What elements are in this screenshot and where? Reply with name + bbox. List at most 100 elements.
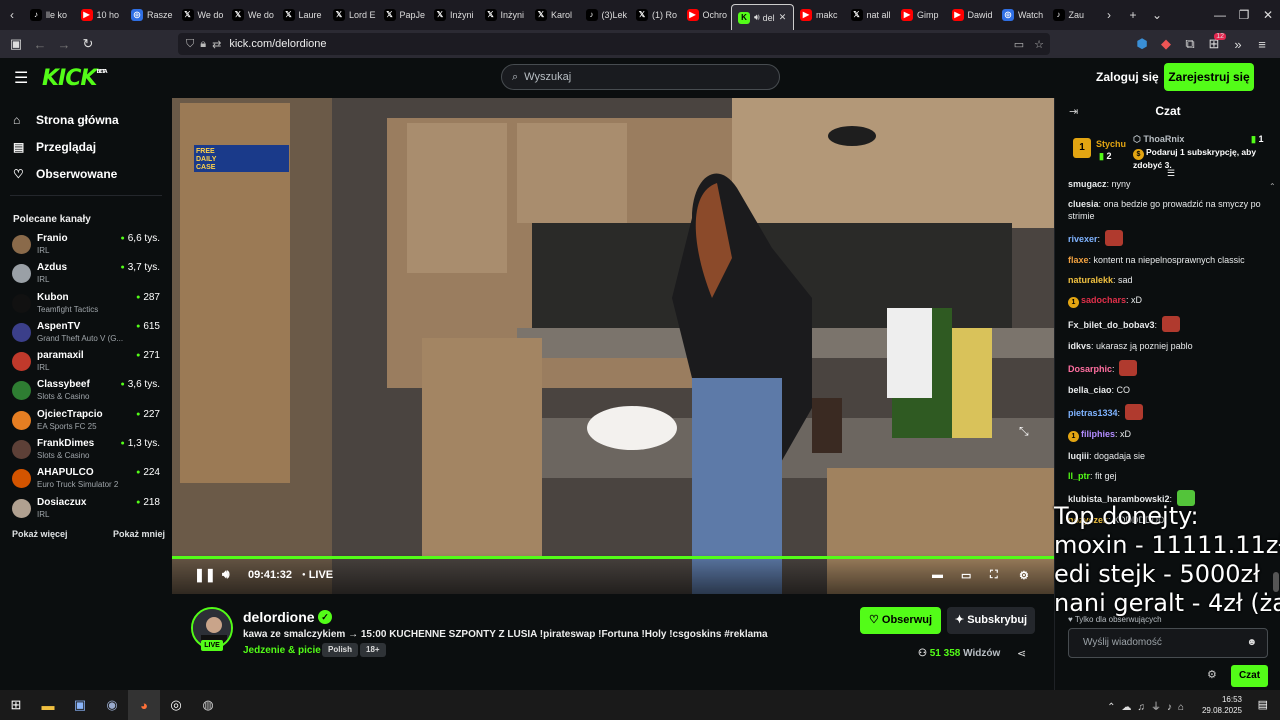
bookmark-star-icon[interactable]: ☆ <box>1034 38 1044 51</box>
browser-tab[interactable]: ◎ Rasze <box>125 0 176 30</box>
close-tab-icon[interactable]: ✕ <box>779 12 787 23</box>
chat-message-input[interactable]: Wyślij wiadomość ☻ <box>1068 628 1268 658</box>
browser-tab[interactable]: ♪ Zau <box>1047 0 1098 30</box>
steam-icon[interactable]: ◉ <box>96 690 128 720</box>
sidebar-channel[interactable]: AspenTVGrand Theft Auto V (G... 615 <box>0 321 172 350</box>
sidebar-channel[interactable]: paramaxilIRL 271 <box>0 350 172 379</box>
sidebar-item-home[interactable]: ⌂ Strona główna <box>0 106 172 133</box>
volume-icon[interactable]: 🔊︎ <box>222 567 230 582</box>
browser-tab[interactable]: 𝕏nat all <box>845 0 896 30</box>
share-icon[interactable]: ⋖ <box>1017 647 1026 660</box>
screenshot-icon[interactable]: ▭ <box>1014 38 1024 51</box>
browser-tab[interactable]: 𝕏 We do <box>226 0 277 30</box>
browser-tab[interactable]: ▶ Gimp <box>895 0 946 30</box>
video-player[interactable]: FREE DAILY CASE ⤡ ❚❚ 🔊︎ 09:41:32 ● LIVE ▬ … <box>172 98 1054 594</box>
tab-scroll-left-icon[interactable]: ‹ <box>0 0 24 30</box>
register-button[interactable]: Zarejestruj się <box>1164 63 1254 91</box>
fullscreen-icon[interactable]: ⛶ <box>990 569 998 582</box>
sidebar-channel[interactable]: KubonTeamfight Tactics 287 <box>0 292 172 321</box>
login-button[interactable]: Zaloguj się <box>1088 64 1167 90</box>
gifter-name[interactable]: ⬡ ThoaRnix <box>1133 134 1184 145</box>
search-input[interactable]: ⌕ Wyszukaj <box>501 64 780 90</box>
chat-username[interactable]: ll_ptr <box>1068 471 1090 481</box>
browser-tab[interactable]: 𝕏 Inżyni <box>428 0 479 30</box>
tab-scroll-right-icon[interactable]: › <box>1097 0 1121 30</box>
notification-center-icon[interactable]: ▤ <box>1258 698 1268 711</box>
sidebar-channel[interactable]: DosiaczuxIRL 218 <box>0 497 172 526</box>
back-icon[interactable]: ← <box>28 30 52 58</box>
sidebar-channel[interactable]: AzdusIRL3,7 tys. <box>0 262 172 291</box>
sidebar-channel[interactable]: OjciecTrapcioEA Sports FC 25 227 <box>0 409 172 438</box>
maximize-icon[interactable]: ❐ <box>1232 0 1256 30</box>
clip-icon[interactable]: ▬ <box>932 569 943 581</box>
chat-username[interactable]: Fx_bilet_do_bobav3 <box>1068 320 1155 330</box>
subscribe-button[interactable]: ✦ Subskrybuj <box>947 607 1035 634</box>
browser-tab[interactable]: 𝕏 Inżyni <box>479 0 530 30</box>
close-window-icon[interactable]: ✕ <box>1256 0 1280 30</box>
url-bar[interactable]: ⛉ 🔒︎ ⇄ kick.com/delordione ▭ ☆ <box>178 33 1050 55</box>
chat-username[interactable]: cluesia <box>1068 199 1099 209</box>
rank-user[interactable]: Stychu <box>1096 139 1126 149</box>
stream-category[interactable]: Jedzenie & picie <box>243 645 321 656</box>
sidebar-channel[interactable]: Franio IRL 6,6 tys. <box>0 233 172 262</box>
browser-tab[interactable]: 𝕏 Lord E <box>327 0 378 30</box>
browser-tab[interactable]: ◎ Watch <box>996 0 1047 30</box>
hamburger-menu-icon[interactable]: ☰ <box>14 68 28 88</box>
chat-username[interactable]: naturalekk <box>1068 275 1113 285</box>
kick-logo[interactable]: KICKBETA <box>42 66 108 91</box>
app-icon[interactable]: ◍ <box>192 690 224 720</box>
browser-tab[interactable]: ▶ makc <box>794 0 845 30</box>
browser-tab[interactable]: ▶ 10 ho <box>75 0 126 30</box>
browser-tab[interactable]: ▶ Dawid <box>946 0 997 30</box>
minimize-icon[interactable]: — <box>1208 0 1232 30</box>
theater-mode-icon[interactable]: ▭ <box>961 569 971 582</box>
browser-tab[interactable]: ♪ (3)Lek <box>580 0 631 30</box>
sidebar-item-browse[interactable]: ▤ Przeglądaj <box>0 133 172 160</box>
notifications-icon[interactable]: ⊞ 12 <box>1202 30 1226 58</box>
system-clock[interactable]: 16:53 29.08.2025 <box>1202 694 1242 716</box>
chat-username[interactable]: bella_ciao <box>1068 385 1112 395</box>
tag-age[interactable]: 18+ <box>360 643 386 657</box>
tray-icons[interactable]: ⌃☁♫⏚♪⌂ <box>1107 698 1190 713</box>
live-indicator[interactable]: ● LIVE <box>302 569 333 581</box>
speaker-icon[interactable]: 🔊︎ <box>754 12 760 23</box>
fox-extension-icon[interactable]: ◆ <box>1154 30 1178 58</box>
sidebar-toggle-icon[interactable]: ▣ <box>4 30 28 58</box>
chat-username[interactable]: Dosarphic <box>1068 364 1112 374</box>
pause-icon[interactable]: ❚❚ <box>194 567 216 583</box>
tab-list-dropdown-icon[interactable]: ⌄ <box>1145 0 1169 30</box>
browser-tab[interactable]: 𝕏 We do <box>176 0 227 30</box>
extensions-icon[interactable]: ⧉ <box>1178 30 1202 58</box>
chat-username[interactable]: sadochars <box>1081 295 1126 305</box>
chat-username[interactable]: flaxe <box>1068 255 1089 265</box>
computer-icon[interactable]: ▣ <box>64 690 96 720</box>
send-chat-button[interactable]: Czat <box>1231 665 1268 687</box>
overflow-chevron-icon[interactable]: » <box>1226 30 1250 58</box>
browser-tab[interactable]: K 🔊︎ del ✕ <box>731 4 794 30</box>
chat-username[interactable]: idkvs <box>1068 341 1091 351</box>
chat-settings-gear-icon[interactable]: ⚙ <box>1207 668 1217 681</box>
sidebar-channel[interactable]: ClassybeefSlots & Casino3,6 tys. <box>0 379 172 408</box>
emoji-icon[interactable]: ☻ <box>1246 629 1257 657</box>
streamer-name[interactable]: delordione <box>243 609 315 625</box>
settings-gear-icon[interactable]: ⚙ <box>1019 569 1029 582</box>
sidebar-channel[interactable]: FrankDimesSlots & Casino1,3 tys. <box>0 438 172 467</box>
chat-username[interactable]: smugacz <box>1068 179 1107 189</box>
obs-icon[interactable]: ◎ <box>160 690 192 720</box>
menu-icon[interactable]: ≡ <box>1250 30 1274 58</box>
browser-tab[interactable]: ▶ Ochro <box>681 0 732 30</box>
file-explorer-icon[interactable]: ▬ <box>32 690 64 720</box>
browser-tab[interactable]: 𝕏 Laure <box>277 0 328 30</box>
progress-bar[interactable] <box>172 556 1054 559</box>
chat-scroll-up-icon[interactable]: ⌃ <box>1269 182 1276 191</box>
show-more-button[interactable]: Pokaż więcej <box>12 529 68 539</box>
sidebar-channel[interactable]: AHAPULCOEuro Truck Simulator 2 224 <box>0 467 172 496</box>
forward-icon[interactable]: → <box>52 30 76 58</box>
browser-tab[interactable]: ♪ lle ko <box>24 0 75 30</box>
sidebar-item-following[interactable]: ♡ Obserwowane <box>0 160 172 187</box>
browser-tab[interactable]: 𝕏 PapJe <box>378 0 429 30</box>
reload-icon[interactable]: ↻ <box>76 30 100 58</box>
firefox-icon[interactable]: ◕ <box>128 690 160 720</box>
gift-cta[interactable]: $ Podaruj 1 subskrypcję, aby zdobyć 3. <box>1133 147 1273 170</box>
browser-tab[interactable]: 𝕏 (1) Ro <box>630 0 681 30</box>
